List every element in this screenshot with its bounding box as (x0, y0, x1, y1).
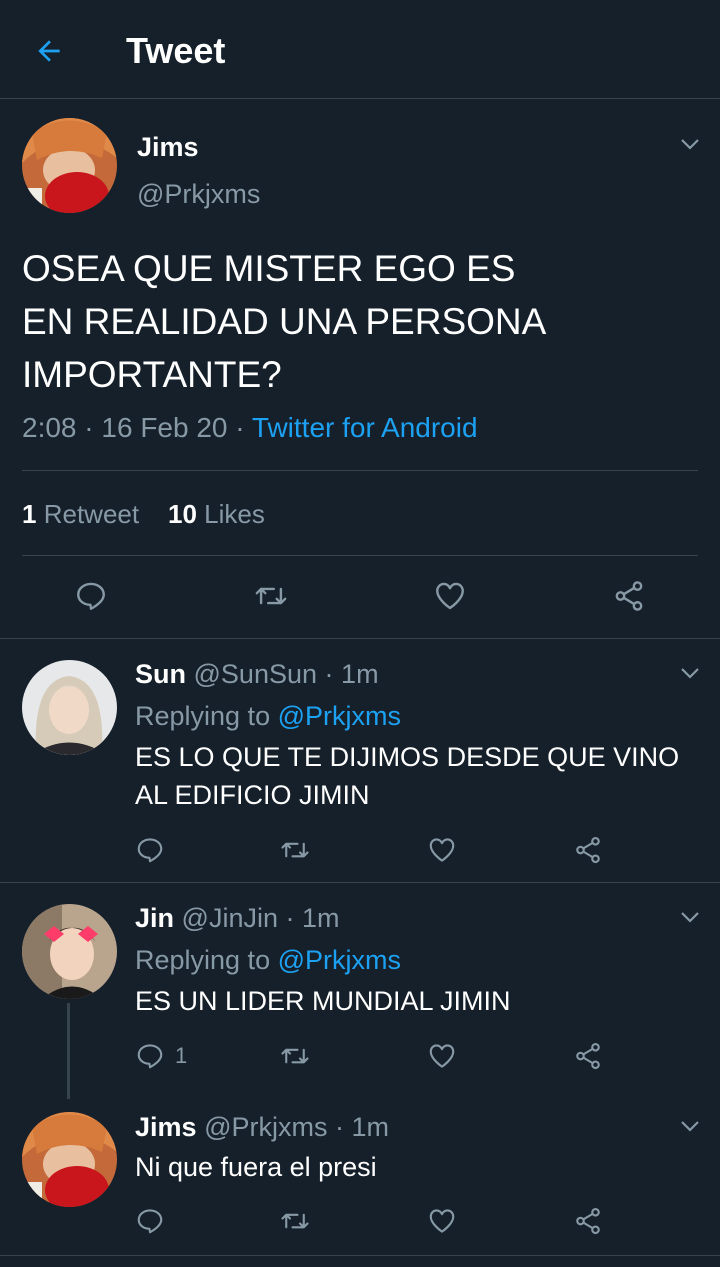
reply-button[interactable] (135, 1206, 175, 1236)
avatar[interactable] (22, 904, 117, 999)
like-button[interactable] (427, 1206, 457, 1236)
retweet-icon (281, 842, 309, 858)
share-button[interactable] (573, 1041, 603, 1071)
reply-header: Jin @JinJin · 1m (135, 903, 340, 934)
reply-icon (77, 582, 105, 610)
reply-tweet[interactable]: Jin @JinJin · 1m Replying to @Prkjxms ES… (0, 883, 720, 1099)
author-handle[interactable]: @JinJin (182, 903, 278, 933)
share-icon (615, 581, 643, 611)
retweet-button[interactable] (279, 1206, 311, 1236)
share-button[interactable] (611, 579, 647, 613)
reply-header: Jims @Prkjxms · 1m (135, 1112, 389, 1143)
main-tweet: Jims @Prkjxms OSEA QUE MISTER EGO ES EN … (0, 99, 720, 639)
like-icon (429, 838, 455, 862)
divider (22, 555, 698, 556)
like-button[interactable] (427, 835, 457, 865)
tweet-age: 1m (341, 659, 379, 689)
tweet-time: 2:08 (22, 412, 77, 443)
back-button[interactable] (28, 30, 70, 72)
tweet-age: 1m (302, 903, 340, 933)
tweet-stats: 1 Retweet 10 Likes (22, 499, 265, 530)
meta-separator: · (84, 412, 94, 443)
share-button[interactable] (573, 1206, 603, 1236)
retweets-stat[interactable]: 1 Retweet (22, 499, 139, 529)
author-name[interactable]: Jims (137, 132, 199, 163)
share-button[interactable] (573, 835, 603, 865)
chevron-down-icon[interactable] (678, 661, 702, 685)
share-icon (576, 1207, 600, 1235)
chevron-down-icon[interactable] (678, 132, 702, 156)
thread-connector (67, 1003, 70, 1099)
page-title: Tweet (126, 30, 226, 71)
mention-link[interactable]: @Prkjxms (278, 701, 401, 731)
tweet-text: Ni que fuera el presi (135, 1152, 377, 1182)
retweet-button[interactable] (253, 579, 289, 613)
tweet-date: 16 Feb 20 (101, 412, 228, 443)
meta-separator: · (285, 903, 295, 933)
tweet-source-link[interactable]: Twitter for Android (252, 412, 478, 443)
tweet-text: ES UN LIDER MUNDIAL JIMIN (135, 986, 511, 1016)
author-handle[interactable]: @SunSun (194, 659, 318, 689)
mention-link[interactable]: @Prkjxms (278, 945, 401, 975)
like-icon (429, 1044, 455, 1068)
likes-stat[interactable]: 10 Likes (168, 499, 265, 529)
top-bar: Tweet (0, 0, 720, 99)
replying-to: Replying to @Prkjxms (135, 945, 402, 975)
reply-button[interactable] (74, 579, 108, 613)
author-name[interactable]: Sun (135, 659, 186, 689)
tweet-age: 1m (351, 1112, 390, 1142)
retweet-icon (281, 1048, 309, 1064)
author-name[interactable]: Jin (135, 903, 174, 933)
chevron-down-icon[interactable] (678, 905, 702, 929)
like-button[interactable] (432, 579, 468, 613)
author-handle[interactable]: @Prkjxms (204, 1112, 327, 1142)
divider (0, 1255, 720, 1256)
retweet-button[interactable] (279, 1041, 311, 1071)
chevron-down-icon[interactable] (678, 1114, 702, 1138)
meta-separator: · (334, 1112, 344, 1142)
reply-icon (137, 1209, 163, 1234)
retweet-icon (281, 1213, 309, 1229)
author-handle[interactable]: @Prkjxms (137, 179, 260, 210)
meta-separator: · (324, 659, 334, 689)
like-button[interactable] (427, 1041, 457, 1071)
reply-icon (137, 838, 163, 863)
reply-icon (137, 1044, 163, 1069)
retweet-icon (255, 587, 287, 605)
back-arrow-icon (38, 40, 60, 62)
avatar[interactable] (22, 660, 117, 755)
tweet-text: OSEA QUE MISTER EGO ES EN REALIDAD UNA P… (22, 248, 547, 395)
like-icon (429, 1209, 455, 1233)
tweet-meta: 2:08 · 16 Feb 20 · Twitter for Android (22, 412, 478, 444)
like-icon (436, 582, 464, 610)
avatar[interactable] (22, 1112, 117, 1207)
tweet-text: ES LO QUE TE DIJIMOS DESDE QUE VINO AL E… (135, 742, 680, 810)
retweet-button[interactable] (279, 835, 311, 865)
replying-to: Replying to @Prkjxms (135, 701, 402, 731)
share-icon (576, 1042, 600, 1070)
reply-tweet[interactable]: Jims @Prkjxms · 1m Ni que fuera el presi (0, 1096, 720, 1256)
reply-button[interactable]: 1 (135, 1041, 187, 1071)
reply-header: Sun @SunSun · 1m (135, 659, 379, 690)
reply-count: 1 (175, 1043, 188, 1068)
meta-separator: · (235, 412, 245, 443)
share-icon (576, 836, 600, 864)
author-name[interactable]: Jims (135, 1112, 197, 1142)
avatar[interactable] (22, 118, 117, 213)
reply-tweet[interactable]: Sun @SunSun · 1m Replying to @Prkjxms ES… (0, 639, 720, 883)
reply-button[interactable] (135, 835, 175, 865)
divider (22, 470, 698, 471)
